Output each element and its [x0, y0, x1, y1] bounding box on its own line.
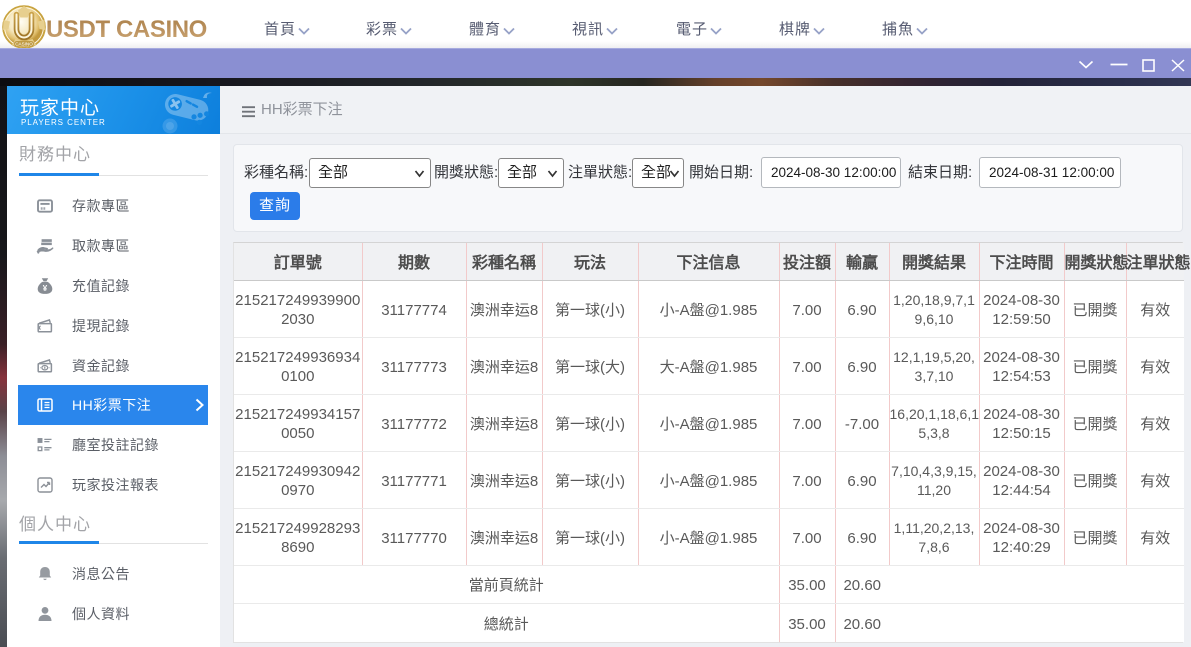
svg-text:CASINO: CASINO: [15, 42, 33, 47]
svg-text:¥: ¥: [43, 284, 48, 293]
